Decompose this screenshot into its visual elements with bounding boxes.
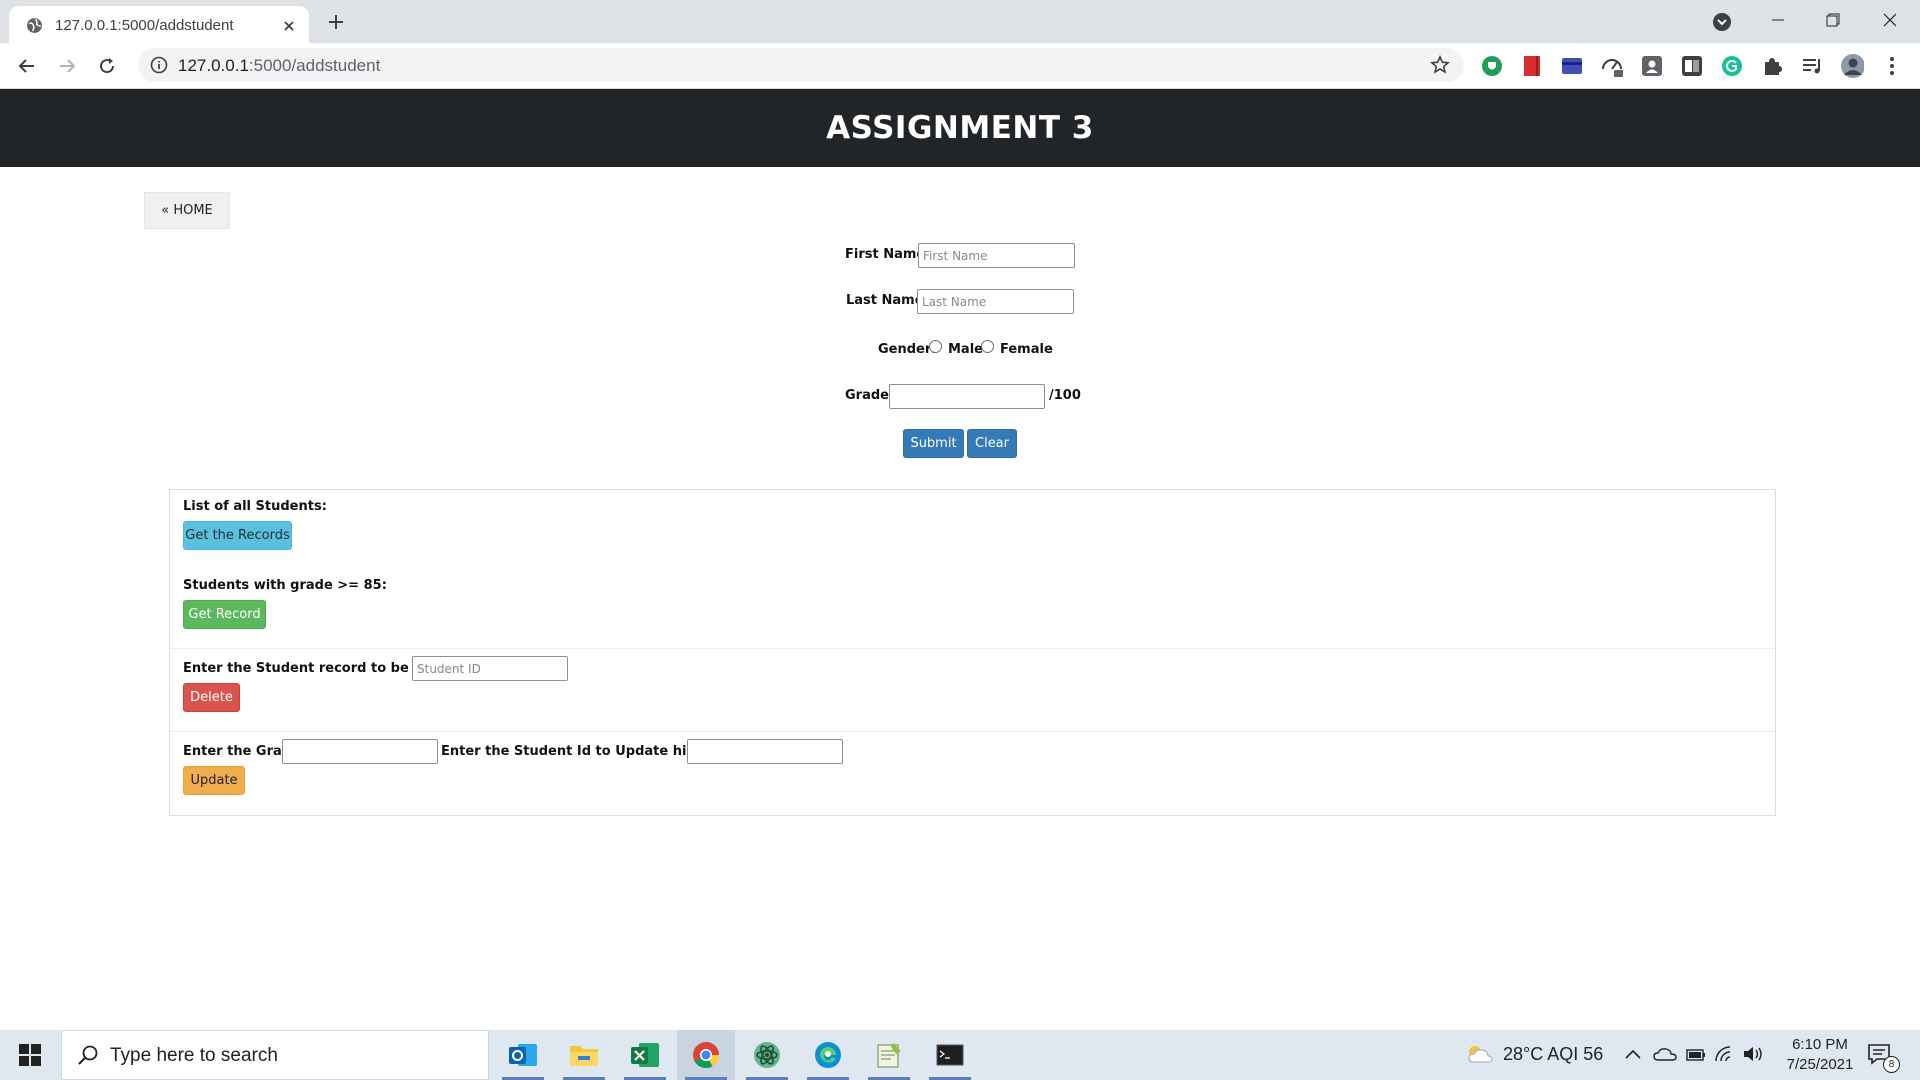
gender-female-label: Female: [1000, 342, 1053, 357]
chrome-icon[interactable]: [677, 1030, 735, 1080]
get-records-button[interactable]: Get the Records: [183, 521, 292, 550]
reading-list-icon[interactable]: [1800, 54, 1824, 78]
restore-window-icon[interactable]: [1810, 0, 1856, 40]
delete-button[interactable]: Delete: [183, 683, 240, 712]
search-placeholder: Type here to search: [110, 1045, 278, 1066]
close-tab-icon[interactable]: [279, 16, 299, 36]
volume-icon[interactable]: [1742, 1045, 1764, 1063]
close-window-icon[interactable]: [1867, 0, 1913, 40]
update-student-id-input[interactable]: [687, 739, 843, 764]
gender-male-radio[interactable]: [929, 340, 942, 353]
gender-female-radio[interactable]: [981, 340, 994, 353]
windows-start-icon[interactable]: [0, 1030, 60, 1080]
reload-icon[interactable]: [93, 52, 121, 80]
info-icon[interactable]: [150, 56, 168, 74]
grade-suffix: /100: [1049, 388, 1081, 403]
gender-label: Gender:: [878, 342, 937, 357]
tab-strip: 127.0.0.1:5000/addstudent: [0, 0, 1920, 43]
profile-avatar[interactable]: [1840, 54, 1864, 78]
url-text: 127.0.0.1:5000/addstudent: [178, 56, 381, 75]
grammarly-icon[interactable]: [1720, 54, 1744, 78]
extension-office-icon[interactable]: [1680, 54, 1704, 78]
clock-time: 6:10 PM: [1792, 1036, 1848, 1053]
site-header: ASSIGNMENT 3: [0, 89, 1920, 167]
tab-search-icon[interactable]: [1710, 10, 1734, 34]
edge-icon[interactable]: [799, 1030, 857, 1080]
grade-input[interactable]: [889, 384, 1045, 409]
address-bar[interactable]: 127.0.0.1:5000/addstudent: [138, 48, 1464, 82]
taskbar-search-box[interactable]: Type here to search: [61, 1030, 489, 1080]
browser-toolbar: 127.0.0.1:5000/addstudent: [0, 43, 1920, 89]
notification-count-badge: 8: [1883, 1056, 1900, 1073]
extension-green-shield-icon[interactable]: [1480, 54, 1504, 78]
extension-red-book-icon[interactable]: [1520, 54, 1544, 78]
first-name-input[interactable]: [918, 243, 1075, 268]
wifi-icon[interactable]: [1714, 1045, 1736, 1063]
clear-button[interactable]: Clear: [967, 429, 1017, 458]
get-record-button[interactable]: Get Record: [183, 600, 266, 629]
weather-text[interactable]: 28°C AQI 56: [1503, 1044, 1603, 1065]
home-button[interactable]: « HOME: [144, 192, 230, 229]
search-icon: [76, 1044, 100, 1068]
terminal-icon[interactable]: [921, 1030, 979, 1080]
delete-student-id-input[interactable]: [412, 656, 568, 681]
gender-male-label: Male: [948, 342, 983, 357]
extensions-puzzle-icon[interactable]: [1760, 54, 1784, 78]
battery-icon[interactable]: [1686, 1048, 1706, 1062]
bookmark-star-icon[interactable]: [1430, 55, 1450, 75]
page-title: ASSIGNMENT 3: [826, 110, 1094, 146]
browser-tab[interactable]: 127.0.0.1:5000/addstudent: [9, 6, 309, 43]
outlook-icon[interactable]: [494, 1030, 552, 1080]
back-arrow-icon[interactable]: [13, 52, 41, 80]
extension-contact-icon[interactable]: [1640, 54, 1664, 78]
excel-icon[interactable]: [616, 1030, 674, 1080]
weather-cloud-icon[interactable]: [1467, 1043, 1493, 1065]
globe-icon: [26, 17, 43, 34]
extension-blue-card-icon[interactable]: [1560, 54, 1584, 78]
minimize-window-icon[interactable]: [1755, 0, 1801, 40]
high-grade-students-label: Students with grade >= 85:: [183, 578, 387, 593]
forward-arrow-icon[interactable]: [53, 52, 81, 80]
tab-title: 127.0.0.1:5000/addstudent: [55, 17, 234, 34]
onedrive-cloud-icon[interactable]: [1653, 1046, 1677, 1062]
list-all-students-label: List of all Students:: [183, 499, 327, 514]
atom-editor-icon[interactable]: [738, 1030, 796, 1080]
notepad-plus-icon[interactable]: [860, 1030, 918, 1080]
last-name-input[interactable]: [917, 289, 1074, 314]
browser-menu-icon[interactable]: [1880, 54, 1904, 78]
new-tab-icon[interactable]: [324, 10, 348, 34]
file-explorer-icon[interactable]: [555, 1030, 613, 1080]
extension-speed-icon[interactable]: [1600, 54, 1624, 78]
update-grade-input[interactable]: [282, 739, 438, 764]
grade-label: Grade:: [845, 388, 895, 403]
clock[interactable]: 6:10 PM 7/25/2021: [1770, 1035, 1870, 1075]
submit-button[interactable]: Submit: [903, 429, 964, 458]
records-panel: [169, 489, 1776, 816]
chevron-up-icon[interactable]: [1624, 1046, 1642, 1062]
clock-date: 7/25/2021: [1786, 1056, 1854, 1073]
section-divider: [170, 648, 1775, 649]
taskbar: Type here to search 28°C AQI 56 6:10 PM …: [0, 1030, 1920, 1080]
update-button[interactable]: Update: [183, 766, 245, 795]
section-divider: [170, 731, 1775, 732]
